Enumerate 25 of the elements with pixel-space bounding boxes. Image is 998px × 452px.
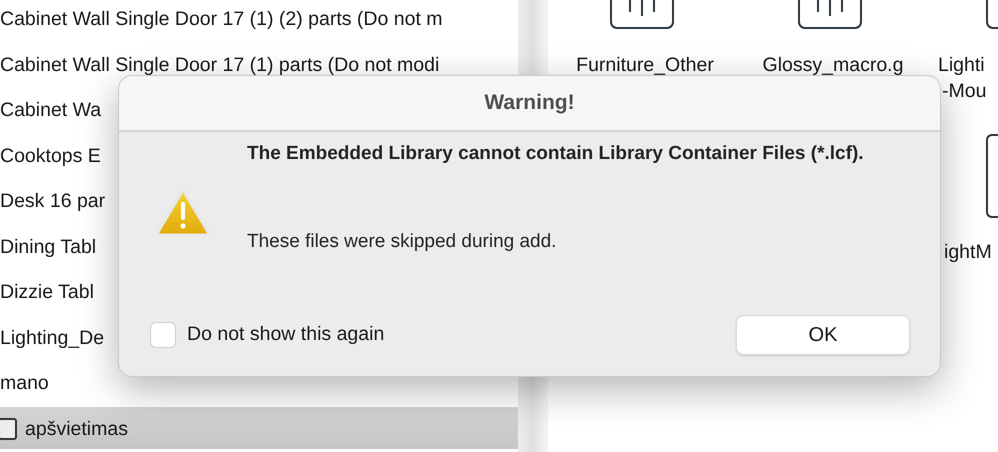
dialog-message: The Embedded Library cannot contain Library Container Files (*.lcf). [247,142,865,166]
file-label: ightM [944,241,992,263]
list-item[interactable]: Dizzie Tabl [0,283,94,302]
list-item[interactable]: Dining Tabl [0,238,96,257]
file-icon[interactable] [610,0,674,30]
list-item[interactable]: Cabinet Wall Single Door 17 (1) (2) parts (Do not m [0,10,443,30]
file-label: -Mou [942,79,986,104]
file-icon[interactable] [798,0,862,30]
list-item[interactable]: Desk 16 par [0,192,106,212]
checkbox-icon [0,418,17,440]
ok-button[interactable]: OK [736,315,910,355]
list-item[interactable]: apšvietimas [25,420,128,439]
file-label: Furniture_Other [576,53,714,78]
dialog-detail: These files were skipped during add. [247,230,558,254]
file-label: Lighti [938,53,985,78]
dialog-title: Warning! [484,90,575,116]
list-item[interactable]: Lighting_De [0,328,104,348]
file-label: Glossy_macro.g [762,53,904,78]
checkbox[interactable] [150,322,176,348]
list-item[interactable]: Cooktops E [0,146,101,166]
checkbox-label: Do not show this again [187,322,384,348]
list-item[interactable]: Cabinet Wa [0,101,102,120]
selected-row[interactable]: apšvietimas [0,406,518,449]
list-item[interactable]: mano [0,374,49,394]
list-item[interactable]: Cabinet Wall Single Door 17 (1) parts (Do not modi [0,56,440,75]
